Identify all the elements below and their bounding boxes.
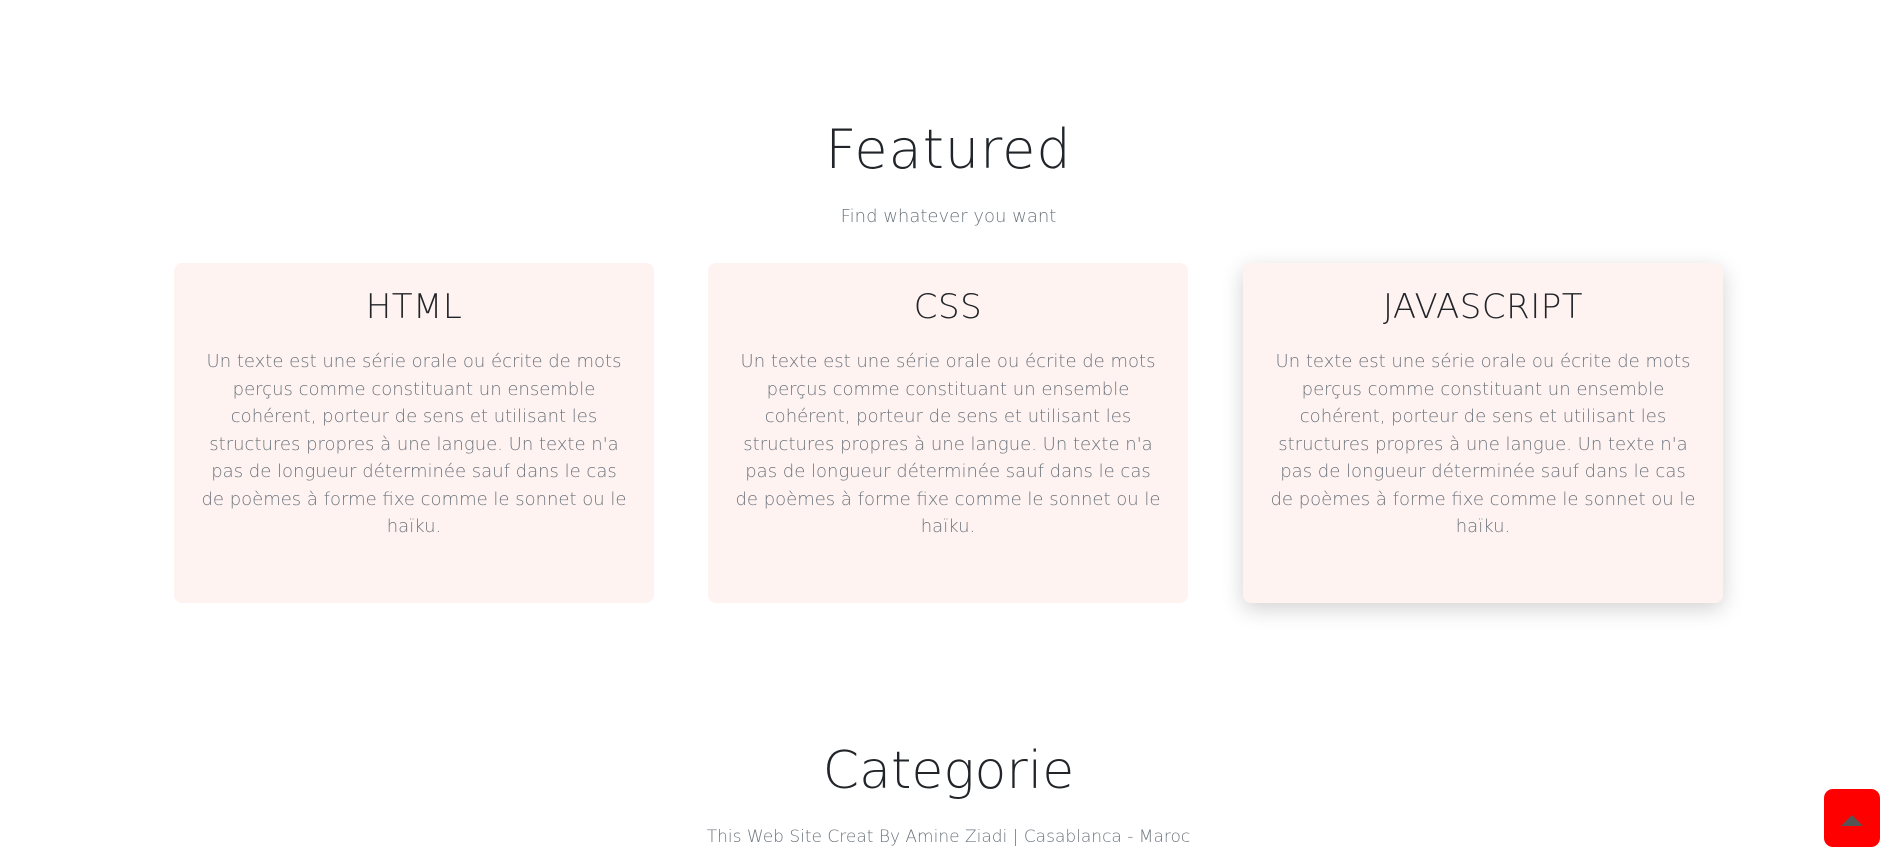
scroll-to-top-button[interactable] bbox=[1824, 789, 1880, 847]
arrow-up-icon bbox=[1841, 814, 1863, 826]
card-text: Un texte est une série orale ou écrite d… bbox=[201, 351, 627, 538]
card-css[interactable]: CSS Un texte est une série orale ou écri… bbox=[708, 263, 1188, 603]
card-title: CSS bbox=[913, 287, 983, 327]
card-text: Un texte est une série orale ou écrite d… bbox=[735, 351, 1161, 538]
card-javascript[interactable]: JAVASCRIPT Un texte est une série orale … bbox=[1243, 263, 1723, 603]
featured-cards: HTML Un texte est une série orale ou écr… bbox=[174, 263, 1724, 603]
footer-text: This Web Site Creat By Amine Ziadi | Cas… bbox=[706, 827, 1191, 847]
featured-title: Featured bbox=[825, 118, 1072, 181]
featured-subtitle: Find whatever you want bbox=[840, 206, 1057, 227]
card-title: JAVASCRIPT bbox=[1382, 287, 1584, 327]
categorie-title: Categorie bbox=[822, 741, 1075, 801]
card-text: Un texte est une série orale ou écrite d… bbox=[1270, 351, 1696, 538]
card-html[interactable]: HTML Un texte est une série orale ou écr… bbox=[174, 263, 654, 603]
card-title: HTML bbox=[365, 287, 463, 327]
page: Featured Find whatever you want HTML Un … bbox=[0, 0, 1897, 859]
